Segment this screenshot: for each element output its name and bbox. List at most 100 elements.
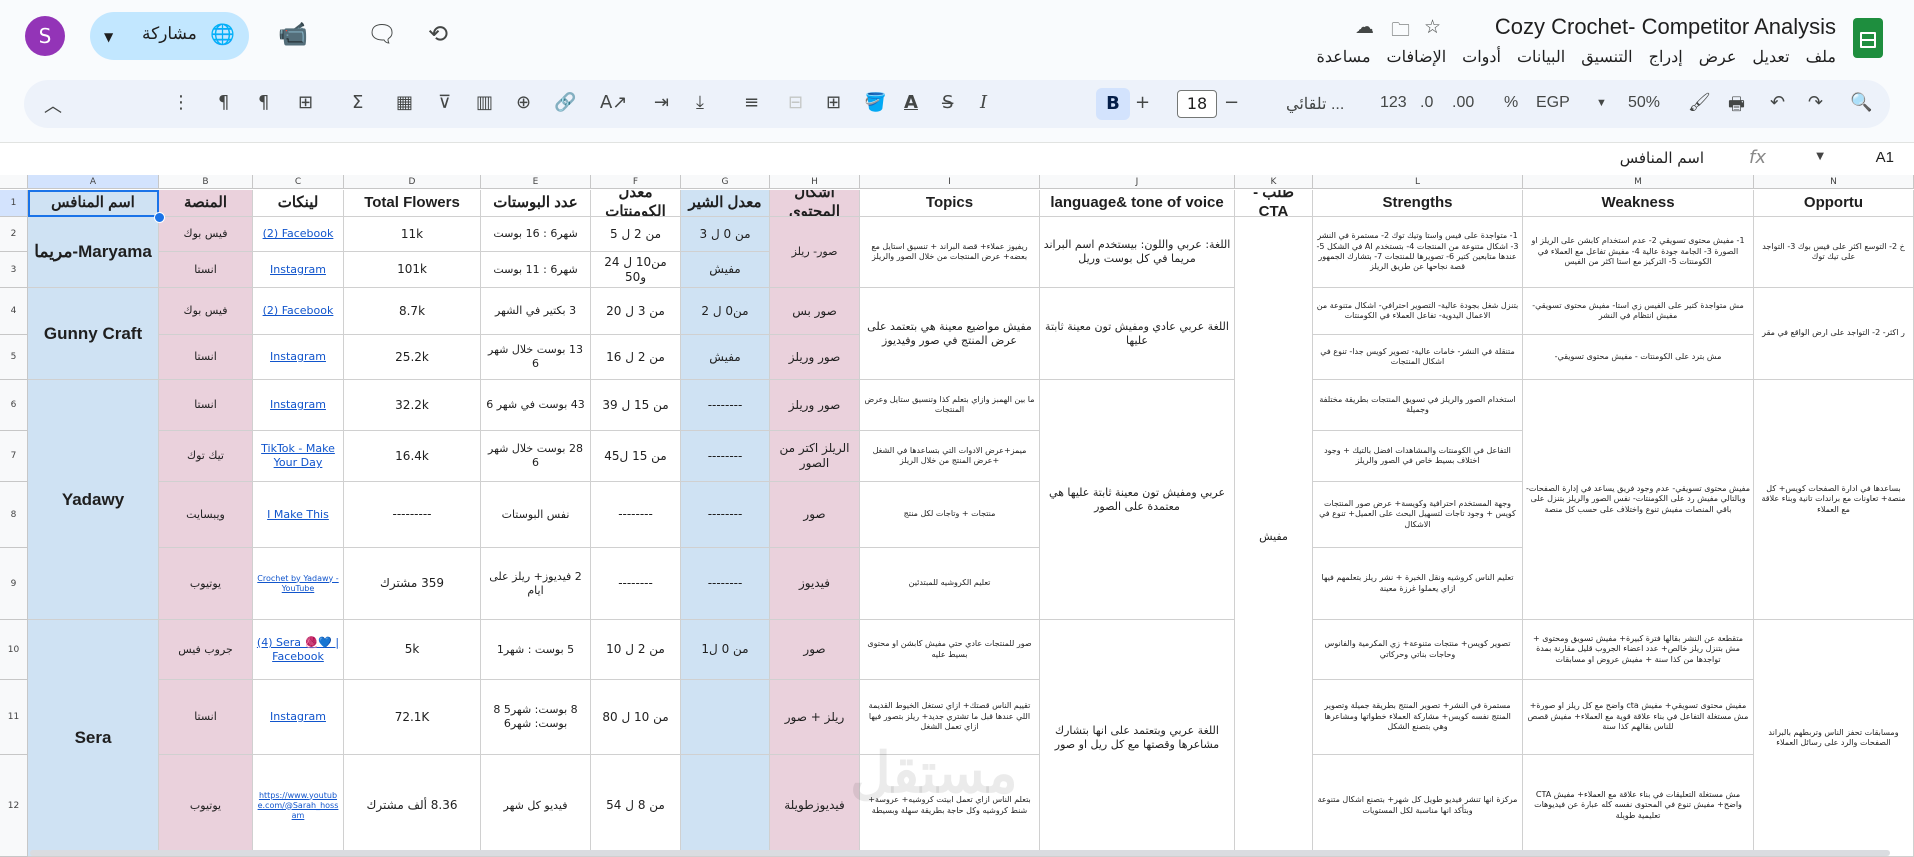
text-rotation-icon[interactable]: A↗: [600, 92, 627, 113]
cell-b12[interactable]: يوتيوب: [159, 755, 253, 857]
cell-f12[interactable]: من 8 ل 54: [591, 755, 681, 857]
cell-i6[interactable]: ما بين الهمبز وازاي بتعلم كذا وتنسيق ستا…: [860, 380, 1040, 431]
cell-f8[interactable]: --------: [591, 482, 681, 548]
menu-file[interactable]: ملف: [1806, 47, 1836, 67]
cell-h4[interactable]: صور بس: [770, 288, 860, 335]
cell-e8[interactable]: نفس البوستات: [481, 482, 591, 548]
cell-j2[interactable]: اللغة: عربي واللون: بيستخدم اسم البراند …: [1040, 217, 1235, 288]
bold-button[interactable]: B: [1096, 88, 1130, 120]
name-box[interactable]: A1: [1876, 149, 1894, 166]
redo-icon[interactable]: ↷: [1808, 92, 1823, 113]
competitor-gunny-craft[interactable]: Gunny Craft: [28, 288, 159, 380]
column-header-g[interactable]: G: [681, 175, 770, 189]
cell-g7[interactable]: --------: [681, 431, 770, 482]
meet-icon[interactable]: 📹: [278, 20, 308, 48]
cell-c4[interactable]: (2) Facebook: [253, 288, 344, 335]
cell-g6[interactable]: --------: [681, 380, 770, 431]
cell-f3[interactable]: من10 ل 24 و50: [591, 252, 681, 288]
column-header-a[interactable]: A: [28, 175, 159, 189]
header-d[interactable]: Total Flowers: [344, 190, 481, 217]
cell-f5[interactable]: من 2 ل 16: [591, 335, 681, 380]
select-all-corner[interactable]: [0, 175, 28, 189]
row-header-10[interactable]: 10: [0, 620, 28, 680]
header-e[interactable]: عدد البوستات: [481, 190, 591, 217]
zoom-dropdown-icon[interactable]: ▼: [1596, 97, 1607, 109]
table-icon[interactable]: ⊞: [298, 92, 313, 113]
cell-h2[interactable]: صور- ريلز: [770, 217, 860, 288]
share-button[interactable]: ▼ مشاركة 🌐: [90, 12, 249, 60]
name-box-dropdown-icon[interactable]: ▼: [1816, 151, 1824, 162]
cell-d5[interactable]: 25.2k: [344, 335, 481, 380]
cell-c7[interactable]: TikTok - Make Your Day: [253, 431, 344, 482]
collapse-toolbar-icon[interactable]: ︿: [44, 92, 62, 118]
cell-c9[interactable]: Crochet by Yadawy - YouTube: [253, 548, 344, 620]
document-title[interactable]: Cozy Crochet- Competitor Analysis: [1495, 14, 1836, 40]
merge-cells-icon[interactable]: ⊟: [788, 92, 803, 113]
font-size-input[interactable]: 18: [1177, 90, 1217, 118]
row-header-2[interactable]: 2: [0, 217, 28, 252]
column-header-k[interactable]: K: [1235, 175, 1313, 189]
menu-extensions[interactable]: الإضافات: [1387, 47, 1447, 67]
cell-d9[interactable]: 359 مشترك: [344, 548, 481, 620]
fill-handle[interactable]: [154, 212, 165, 223]
row-header-9[interactable]: 9: [0, 548, 28, 620]
cell-k-cta[interactable]: مفيش: [1235, 217, 1313, 857]
cell-b11[interactable]: انستا: [159, 680, 253, 755]
competitor-yadawy[interactable]: Yadawy: [28, 380, 159, 620]
cell-h8[interactable]: صور: [770, 482, 860, 548]
cell-i8[interactable]: منتجات + وتاجات لكل منتج: [860, 482, 1040, 548]
cell-l2[interactable]: 1- متواجدة على فيس واستا وتيك توك 2- مست…: [1313, 217, 1523, 288]
decimal-decrease-icon[interactable]: .0: [1420, 94, 1433, 112]
cell-d6[interactable]: 32.2k: [344, 380, 481, 431]
move-folder-icon[interactable]: 🗀: [1391, 16, 1410, 48]
column-header-j[interactable]: J: [1040, 175, 1235, 189]
cell-d10[interactable]: 5k: [344, 620, 481, 680]
cell-f9[interactable]: --------: [591, 548, 681, 620]
number-format-button[interactable]: 123: [1380, 94, 1407, 112]
cell-n2[interactable]: خ 2- التوسع اكثر على فيس بوك 3- التواجد …: [1754, 217, 1914, 288]
cell-n4[interactable]: ر اكثر- 2- التواجد على ارض الواقع في مقر: [1754, 288, 1914, 380]
header-n[interactable]: Opportu: [1754, 190, 1914, 217]
cell-g2[interactable]: من 0 ل 3: [681, 217, 770, 252]
cell-h6[interactable]: صور وريلز: [770, 380, 860, 431]
cell-f4[interactable]: من 3 ل 20: [591, 288, 681, 335]
header-m[interactable]: Weakness: [1523, 190, 1754, 217]
cell-b7[interactable]: تيك توك: [159, 431, 253, 482]
cell-h5[interactable]: صور وريلز: [770, 335, 860, 380]
strikethrough-icon[interactable]: S̶: [942, 92, 953, 113]
cell-l12[interactable]: مركزة انها تنشر فيديو طويل كل شهر+ بتصنع…: [1313, 755, 1523, 857]
row-header-3[interactable]: 3: [0, 252, 28, 288]
cell-f7[interactable]: من 15 ل45: [591, 431, 681, 482]
cell-i2[interactable]: ريفيوز عملاء+ قصة البراند + تنسيق استايل…: [860, 217, 1040, 288]
column-header-f[interactable]: F: [591, 175, 681, 189]
cell-l4[interactable]: بتنزل شغل بجودة عالية- التصوير احترافي- …: [1313, 288, 1523, 335]
row-header-12[interactable]: 12: [0, 755, 28, 857]
horizontal-scrollbar[interactable]: [30, 850, 1890, 856]
header-a[interactable]: اسم المنافس: [28, 190, 159, 217]
cell-i4[interactable]: مفيش مواضيع معينة هي بتعتمد على عرض المن…: [860, 288, 1040, 380]
cell-i10[interactable]: صور للمنتجات عادي حتي مفيش كابشن او محتو…: [860, 620, 1040, 680]
formula-input[interactable]: اسم المنافس: [1620, 149, 1704, 167]
cell-g9[interactable]: --------: [681, 548, 770, 620]
column-header-m[interactable]: M: [1523, 175, 1754, 189]
cell-m4[interactable]: مش متواجدة كتير على الفيس زي استا- مفيش …: [1523, 288, 1754, 335]
header-g[interactable]: معدل الشير: [681, 190, 770, 217]
filter-icon[interactable]: ⊽: [438, 92, 451, 113]
menu-insert[interactable]: إدراج: [1649, 47, 1683, 67]
font-family-select[interactable]: تلقائي ...: [1286, 94, 1344, 114]
header-j[interactable]: language& tone of voice: [1040, 190, 1235, 217]
cell-h9[interactable]: فيديوز: [770, 548, 860, 620]
cell-d11[interactable]: 72.1K: [344, 680, 481, 755]
row-header-8[interactable]: 8: [0, 482, 28, 548]
version-history-icon[interactable]: ⟲: [428, 20, 448, 48]
cell-c11[interactable]: Instagram: [253, 680, 344, 755]
column-header-d[interactable]: D: [344, 175, 481, 189]
row-header-5[interactable]: 5: [0, 335, 28, 380]
cell-g4[interactable]: من0 ل 2: [681, 288, 770, 335]
cell-e5[interactable]: 13 بوست خلال شهر 6: [481, 335, 591, 380]
font-size-decrease-icon[interactable]: −: [1224, 92, 1239, 113]
rtl-icon[interactable]: ¶: [218, 92, 229, 113]
cell-m7[interactable]: مفيش محتوى تسويقي- عدم وجود فريق يساعد ف…: [1523, 380, 1754, 620]
cell-e11[interactable]: 8 بوست: شهر5 8 بوست: شهر6: [481, 680, 591, 755]
cell-c8[interactable]: I Make This: [253, 482, 344, 548]
